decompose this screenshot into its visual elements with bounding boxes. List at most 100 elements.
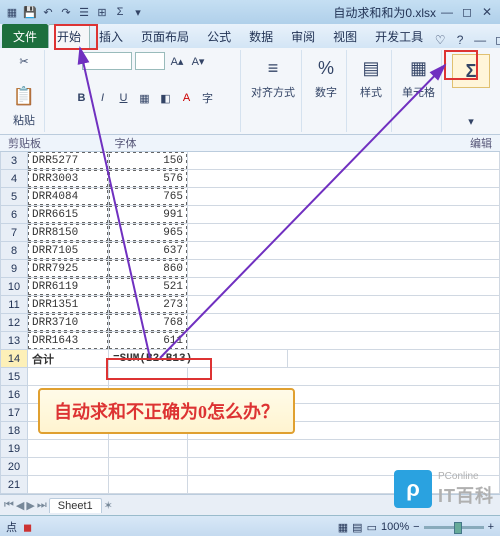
sheet-nav-first-icon[interactable]: ⏮ xyxy=(4,499,14,512)
heart-icon[interactable]: ♡ xyxy=(432,32,448,48)
cell[interactable] xyxy=(188,332,500,350)
table-row[interactable]: 3DRR5277150 xyxy=(0,152,500,170)
row-header[interactable]: 19 xyxy=(0,440,28,458)
cell[interactable] xyxy=(28,440,109,458)
cell[interactable]: 576 xyxy=(109,170,188,188)
row-header[interactable]: 4 xyxy=(0,170,28,188)
phonetic-icon[interactable]: 字 xyxy=(199,89,217,107)
table-row[interactable]: 10DRR6119521 xyxy=(0,278,500,296)
save-icon[interactable]: 💾 xyxy=(22,4,38,20)
row-header[interactable]: 12 xyxy=(0,314,28,332)
table-row[interactable]: 12DRR3710768 xyxy=(0,314,500,332)
cell[interactable] xyxy=(109,476,188,494)
row-header[interactable]: 16 xyxy=(0,386,28,404)
cell[interactable] xyxy=(188,278,500,296)
cell[interactable] xyxy=(109,440,188,458)
cell[interactable]: 273 xyxy=(109,296,188,314)
tab-page-layout[interactable]: 页面布局 xyxy=(132,24,198,48)
tab-file[interactable]: 文件 xyxy=(2,24,48,48)
font-color-icon[interactable]: A xyxy=(178,89,196,107)
cell[interactable]: DRR6119 xyxy=(28,278,109,296)
cell[interactable] xyxy=(188,440,500,458)
sigma-icon[interactable]: Σ xyxy=(112,4,128,20)
table-row[interactable]: 7DRR8150965 xyxy=(0,224,500,242)
cell[interactable]: DRR4084 xyxy=(28,188,109,206)
minimize-icon[interactable]: — xyxy=(438,4,456,20)
table-row[interactable]: 11DRR1351273 xyxy=(0,296,500,314)
cell[interactable]: 637 xyxy=(109,242,188,260)
spreadsheet-grid[interactable]: 3DRR52771504DRR3003576 5DRR40847656DRR661… xyxy=(0,152,500,494)
cell[interactable] xyxy=(188,260,500,278)
bold-icon[interactable]: B xyxy=(73,89,91,107)
cell[interactable]: 150 xyxy=(109,152,188,170)
row-header[interactable]: 10 xyxy=(0,278,28,296)
view-break-icon[interactable]: ▭ xyxy=(367,521,377,534)
cell[interactable] xyxy=(188,170,500,188)
cell-formula[interactable]: =SUM(B2:B13) xyxy=(109,350,288,368)
cell[interactable] xyxy=(188,368,500,386)
restore-icon[interactable]: ◻ xyxy=(492,32,500,48)
qat-icon[interactable]: ⊞ xyxy=(94,4,110,20)
qat-dropdown-icon[interactable]: ▾ xyxy=(130,4,146,20)
table-row[interactable]: 15 xyxy=(0,368,500,386)
cut-icon[interactable]: ✂ xyxy=(15,52,33,70)
tab-review[interactable]: 审阅 xyxy=(282,24,324,48)
table-row[interactable]: 13DRR1643611 xyxy=(0,332,500,350)
cell[interactable] xyxy=(28,476,109,494)
table-row[interactable]: 6DRR6615991 xyxy=(0,206,500,224)
new-sheet-icon[interactable]: ✶ xyxy=(104,499,113,512)
underline-icon[interactable]: U xyxy=(115,89,133,107)
tab-home[interactable]: 开始 xyxy=(48,24,90,48)
row-header[interactable]: 14 xyxy=(0,350,28,368)
table-row[interactable]: 9DRR7925860 xyxy=(0,260,500,278)
font-name-input[interactable] xyxy=(82,52,132,70)
cell[interactable]: 860 xyxy=(109,260,188,278)
italic-icon[interactable]: I xyxy=(94,89,112,107)
cell[interactable] xyxy=(188,296,500,314)
cells-button[interactable]: ▦ 单元格 xyxy=(400,52,437,102)
redo-icon[interactable]: ↷ xyxy=(58,4,74,20)
cell[interactable] xyxy=(188,206,500,224)
row-header[interactable]: 13 xyxy=(0,332,28,350)
fill-color-icon[interactable]: ◧ xyxy=(157,89,175,107)
tab-view[interactable]: 视图 xyxy=(324,24,366,48)
row-header[interactable]: 7 xyxy=(0,224,28,242)
styles-button[interactable]: ▤ 样式 xyxy=(355,52,387,102)
row-header[interactable]: 15 xyxy=(0,368,28,386)
view-page-icon[interactable]: ▤ xyxy=(352,521,362,534)
row-header[interactable]: 9 xyxy=(0,260,28,278)
cell[interactable] xyxy=(188,152,500,170)
row-header[interactable]: 20 xyxy=(0,458,28,476)
cell[interactable]: 765 xyxy=(109,188,188,206)
zoom-out-icon[interactable]: − xyxy=(413,521,419,533)
tab-insert[interactable]: 插入 xyxy=(90,24,132,48)
help-icon[interactable]: ? xyxy=(452,32,468,48)
sheet-tab[interactable]: Sheet1 xyxy=(49,498,102,513)
row-header[interactable]: 8 xyxy=(0,242,28,260)
cell[interactable]: DRR7925 xyxy=(28,260,109,278)
row-header[interactable]: 17 xyxy=(0,404,28,422)
cell[interactable]: DRR3003 xyxy=(28,170,109,188)
cell[interactable] xyxy=(188,314,500,332)
cell[interactable] xyxy=(109,458,188,476)
cell[interactable]: DRR1351 xyxy=(28,296,109,314)
maximize-icon[interactable]: ◻ xyxy=(458,4,476,20)
row-header[interactable]: 6 xyxy=(0,206,28,224)
cell[interactable]: DRR7105 xyxy=(28,242,109,260)
font-size-input[interactable] xyxy=(135,52,165,70)
row-header[interactable]: 3 xyxy=(0,152,28,170)
record-macro-icon[interactable]: ◼ xyxy=(23,521,32,534)
row-header[interactable]: 21 xyxy=(0,476,28,494)
grow-font-icon[interactable]: A▴ xyxy=(168,52,186,70)
cell[interactable]: 611 xyxy=(109,332,188,350)
row-header[interactable]: 18 xyxy=(0,422,28,440)
minimize-ribbon-icon[interactable]: — xyxy=(472,32,488,48)
paste-button[interactable]: 📋 粘贴 xyxy=(8,80,40,130)
cell[interactable] xyxy=(28,368,109,386)
fill-icon[interactable]: ▾ xyxy=(462,112,480,130)
zoom-in-icon[interactable]: + xyxy=(488,521,494,533)
cell[interactable]: DRR8150 xyxy=(28,224,109,242)
row-header[interactable]: 5 xyxy=(0,188,28,206)
view-normal-icon[interactable]: ▦ xyxy=(338,521,348,534)
cell[interactable]: 521 xyxy=(109,278,188,296)
